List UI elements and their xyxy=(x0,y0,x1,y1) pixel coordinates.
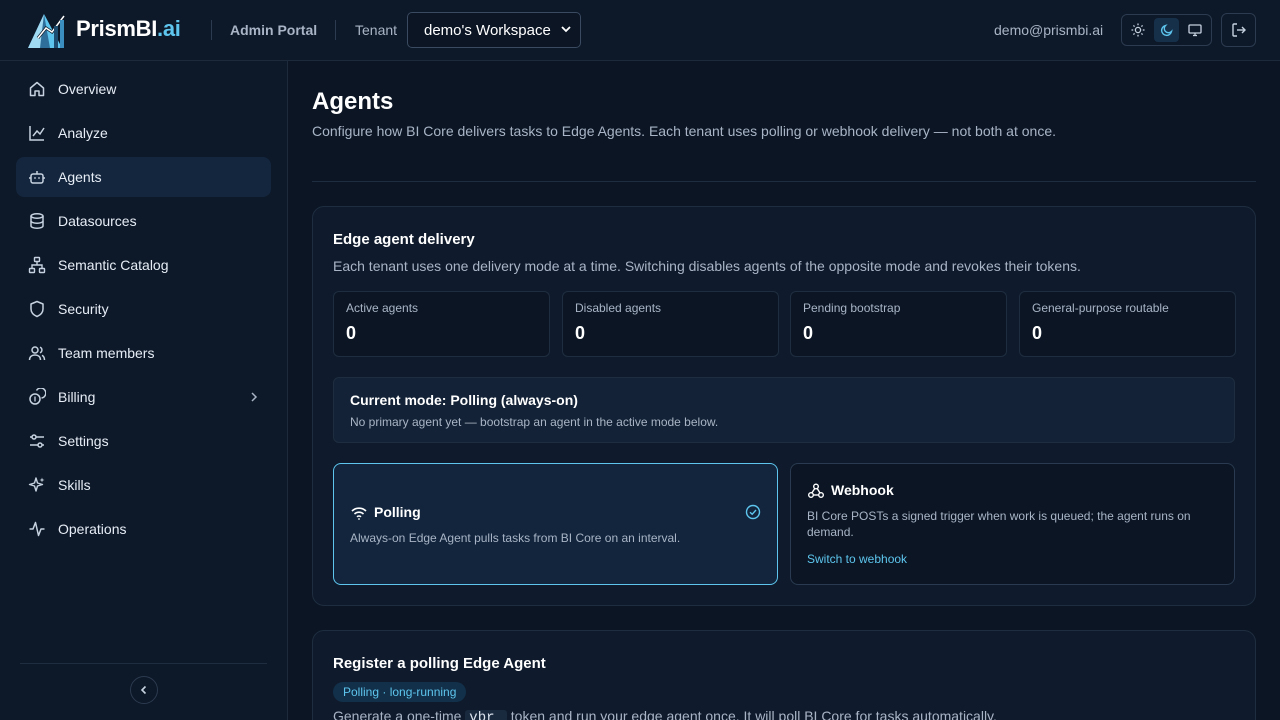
tenant-select[interactable]: demo's Workspace xyxy=(407,12,581,48)
sidebar-divider xyxy=(20,663,267,664)
sidebar-item-label: Analyze xyxy=(58,125,108,141)
sidebar-item-security[interactable]: Security xyxy=(16,289,271,329)
stat-label: General-purpose routable xyxy=(1032,301,1169,315)
sidebar-item-label: Team members xyxy=(58,345,155,361)
switch-to-webhook-link[interactable]: Switch to webhook xyxy=(807,552,907,566)
top-header: PrismBI.ai Admin Portal Tenant demo's Wo… xyxy=(0,0,1280,61)
current-mode-description: No primary agent yet — bootstrap an agen… xyxy=(350,415,719,429)
sparkles-icon xyxy=(28,477,45,492)
coins-icon xyxy=(29,388,46,405)
current-mode-panel: Current mode: Polling (always-on) No pri… xyxy=(333,377,1235,443)
stat-disabled-agents: Disabled agents 0 xyxy=(562,291,779,357)
sidebar-item-operations[interactable]: Operations xyxy=(16,509,271,549)
page-description: Configure how BI Core delivers tasks to … xyxy=(312,123,1056,139)
prismbi-logo-icon xyxy=(28,14,66,48)
chevron-right-icon xyxy=(251,392,258,402)
stat-label: Pending bootstrap xyxy=(803,301,901,315)
sidebar-item-label: Overview xyxy=(58,81,117,97)
sidebar-item-semantic-catalog[interactable]: Semantic Catalog xyxy=(16,245,271,285)
sidebar-item-label: Operations xyxy=(58,521,127,537)
polling-description: Always-on Edge Agent pulls tasks from BI… xyxy=(350,531,681,545)
users-icon xyxy=(28,346,46,361)
card-title: Register a polling Edge Agent xyxy=(333,655,546,672)
logout-icon xyxy=(1231,23,1246,37)
chart-line-icon xyxy=(29,126,45,141)
network-icon xyxy=(28,256,46,274)
main-divider xyxy=(312,181,1256,182)
stat-value: 0 xyxy=(575,323,586,343)
home-icon xyxy=(29,81,45,97)
sliders-icon xyxy=(30,434,44,448)
sidebar-item-label: Datasources xyxy=(58,213,137,229)
check-circle-icon xyxy=(745,504,761,520)
tenant-select-value: demo's Workspace xyxy=(424,21,551,39)
portal-label: Admin Portal xyxy=(230,22,318,38)
polling-option[interactable]: Polling Always-on Edge Agent pulls tasks… xyxy=(333,463,778,585)
wifi-icon xyxy=(351,507,367,520)
collapse-sidebar-button[interactable] xyxy=(130,676,158,704)
register-description: Generate a one-time vbr_ token and run y… xyxy=(333,708,997,720)
card-subtitle: Each tenant uses one delivery mode at a … xyxy=(333,258,1081,274)
polling-title: Polling xyxy=(374,504,421,520)
stat-value: 0 xyxy=(803,323,814,343)
user-email: demo@prismbi.ai xyxy=(994,22,1104,38)
monitor-icon xyxy=(1188,24,1202,37)
stat-value: 0 xyxy=(1032,323,1043,343)
sidebar-item-label: Settings xyxy=(58,433,109,449)
sidebar-item-label: Billing xyxy=(58,389,96,405)
webhook-icon xyxy=(808,483,824,498)
activity-icon xyxy=(29,521,45,537)
webhook-title: Webhook xyxy=(831,482,894,498)
sidebar-item-label: Skills xyxy=(58,477,91,493)
sidebar-item-billing[interactable]: Billing xyxy=(16,377,271,417)
sidebar-item-skills[interactable]: Skills xyxy=(16,465,271,505)
light-theme-button[interactable] xyxy=(1125,18,1151,42)
dark-theme-button[interactable] xyxy=(1153,18,1180,42)
stat-pending-bootstrap: Pending bootstrap 0 xyxy=(790,291,1007,357)
token-prefix-code: vbr_ xyxy=(465,710,507,720)
sidebar-item-label: Semantic Catalog xyxy=(58,257,169,273)
moon-icon xyxy=(1160,24,1173,37)
sidebar-item-team-members[interactable]: Team members xyxy=(16,333,271,373)
sidebar-item-overview[interactable]: Overview xyxy=(16,69,271,109)
sidebar-item-settings[interactable]: Settings xyxy=(16,421,271,461)
brand-name: PrismBI.ai xyxy=(76,16,181,41)
edge-agent-delivery-card: Edge agent delivery Each tenant uses one… xyxy=(312,206,1256,606)
stat-label: Disabled agents xyxy=(575,301,662,315)
shield-icon xyxy=(30,300,44,318)
chevron-left-icon xyxy=(140,685,147,695)
theme-switcher xyxy=(1121,14,1212,46)
register-polling-agent-card: Register a polling Edge Agent Polling · … xyxy=(312,630,1256,720)
page-title: Agents xyxy=(312,88,394,115)
webhook-description: BI Core POSTs a signed trigger when work… xyxy=(807,509,1191,539)
header-divider xyxy=(211,20,212,40)
sidebar-item-label: Security xyxy=(58,301,109,317)
stat-general-purpose-routable: General-purpose routable 0 xyxy=(1019,291,1236,357)
stat-active-agents: Active agents 0 xyxy=(333,291,550,357)
tenant-label: Tenant xyxy=(355,22,398,38)
webhook-option[interactable]: Webhook BI Core POSTs a signed trigger w… xyxy=(790,463,1235,585)
stat-label: Active agents xyxy=(346,301,419,315)
logout-button[interactable] xyxy=(1221,13,1256,47)
sidebar-item-analyze[interactable]: Analyze xyxy=(16,113,271,153)
system-theme-button[interactable] xyxy=(1182,18,1208,42)
chevron-down-icon xyxy=(561,26,571,33)
sidebar-item-label: Agents xyxy=(58,169,102,185)
sidebar-item-agents[interactable]: Agents xyxy=(16,157,271,197)
sidebar: Overview Analyze Agents Datasources Sema… xyxy=(0,61,288,720)
card-title: Edge agent delivery xyxy=(333,231,475,248)
mode-badge: Polling · long-running xyxy=(333,682,467,702)
header-divider xyxy=(335,20,336,40)
current-mode-title: Current mode: Polling (always-on) xyxy=(350,392,578,408)
database-icon xyxy=(30,213,44,229)
sidebar-item-datasources[interactable]: Datasources xyxy=(16,201,271,241)
stat-value: 0 xyxy=(346,323,357,343)
bot-icon xyxy=(29,171,45,184)
sun-icon xyxy=(1131,23,1145,37)
